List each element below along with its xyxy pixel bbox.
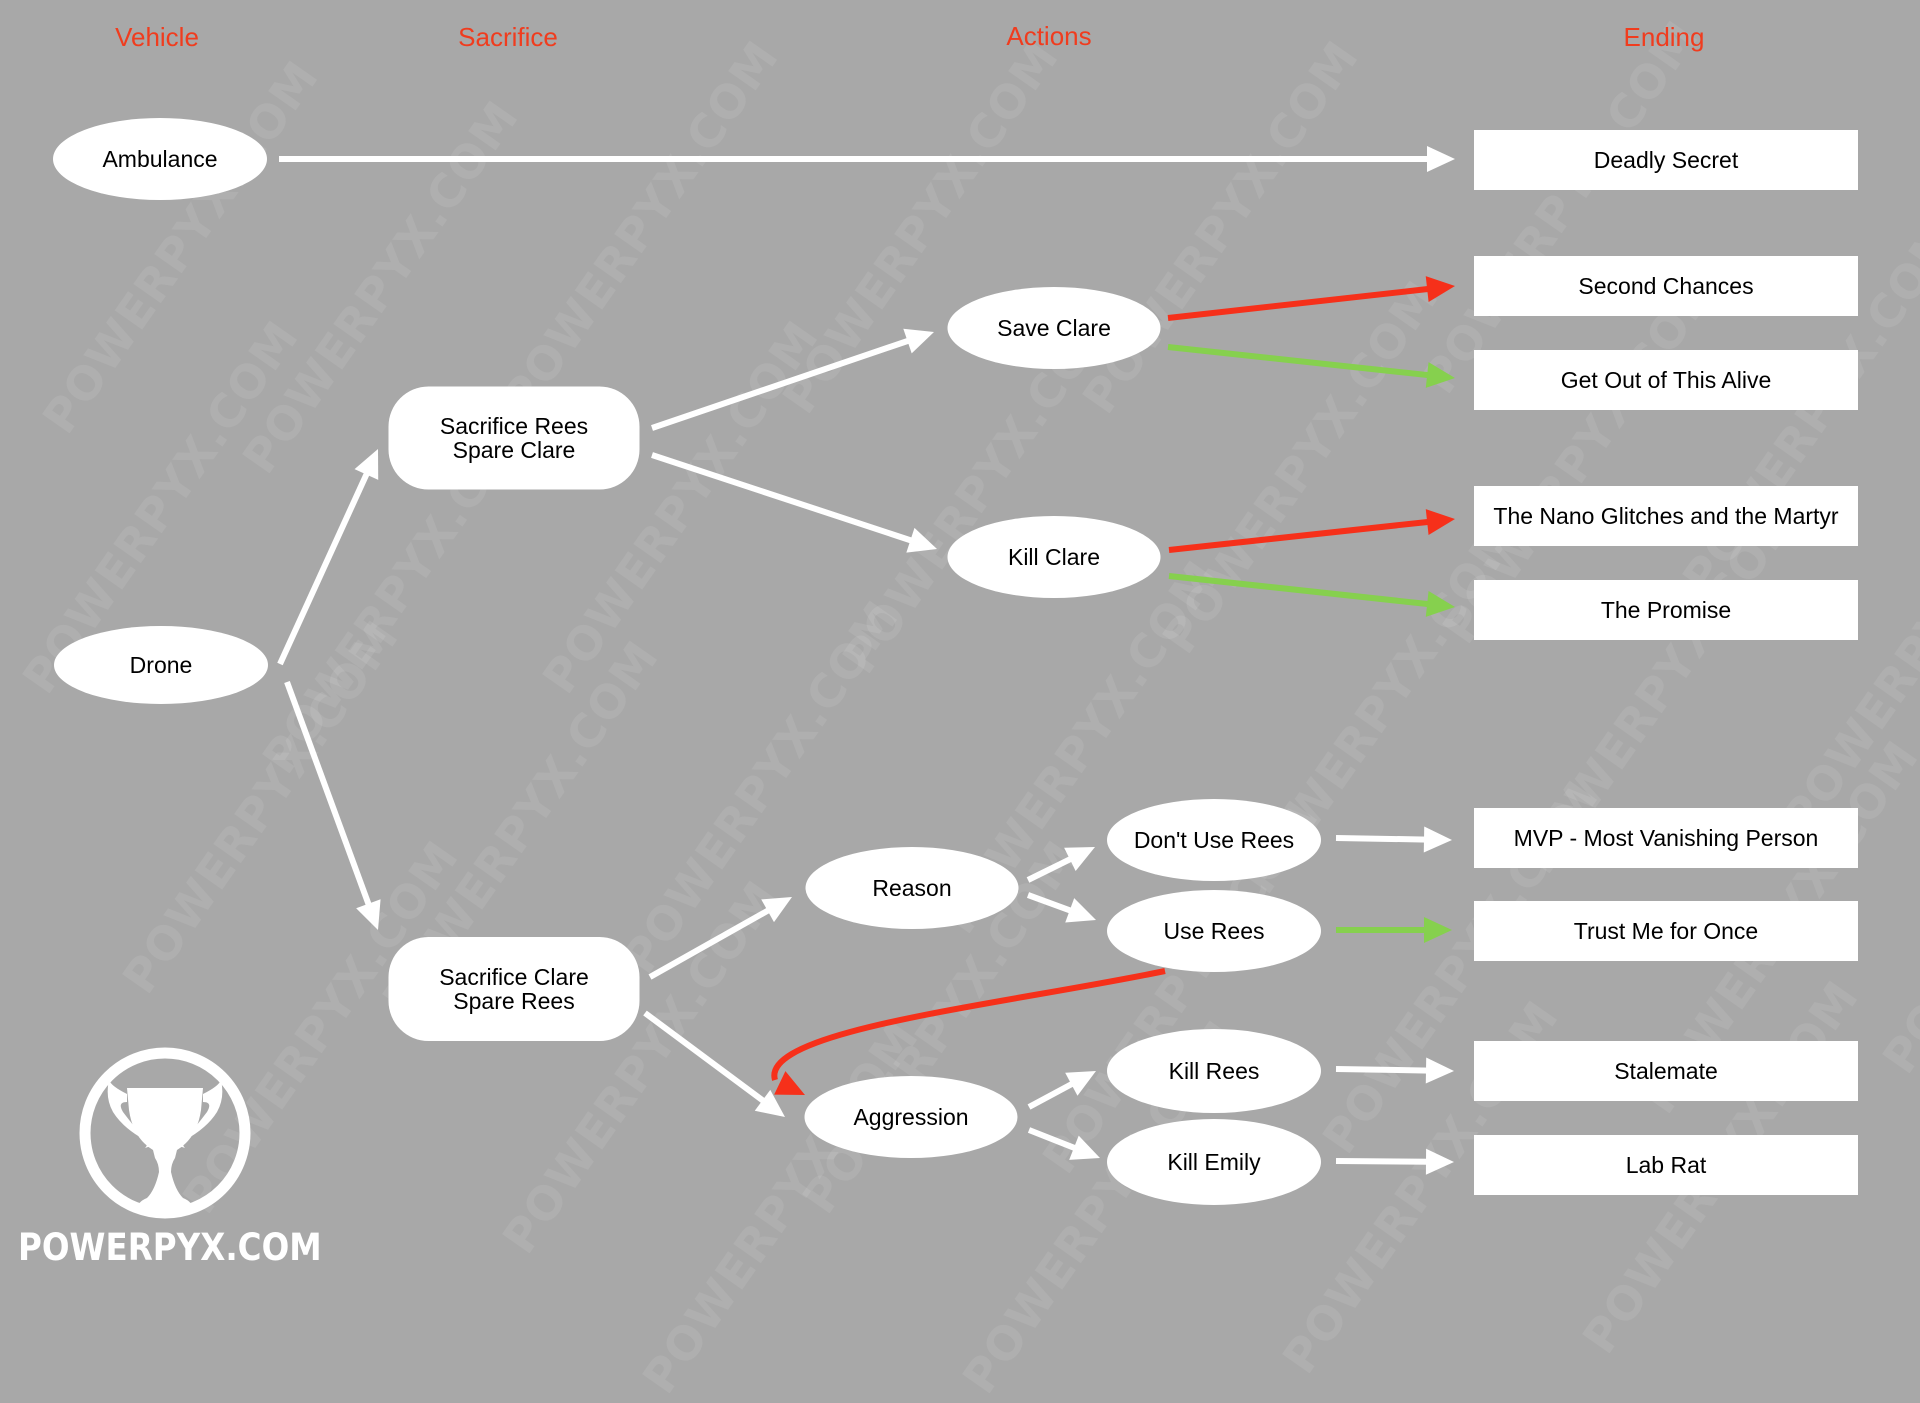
node-use-rees: Use Rees [1107,890,1321,972]
edge-ambulance-to-deadly-secret [279,146,1455,172]
edge-line [1027,1079,1077,1110]
edge-sacrifice-clare-to-reason [648,897,792,980]
node-aggression: Aggression [804,1076,1018,1158]
edge-line [1168,573,1432,608]
node-label: Stalemate [1614,1058,1718,1084]
node-save-clare: Save Clare [947,287,1161,369]
edge-line [1026,892,1075,915]
edge-save-clare-to-get-out-of-this-alive [1167,344,1455,388]
node-kill-rees: Kill Rees [1107,1029,1321,1113]
arrowhead-icon [1425,276,1455,303]
edge-line [1335,1158,1431,1165]
node-label: Get Out of This Alive [1561,367,1772,393]
edge-line [648,906,773,980]
edge-kill-emily-to-lab-rat [1335,1148,1454,1175]
node-lab-rat: Lab Rat [1474,1135,1858,1195]
edge-save-clare-to-second-chances [1167,276,1455,321]
edge-sacrifice-rees-to-kill-clare [651,452,937,553]
node-label: Kill Clare [1008,544,1100,570]
arrowhead-icon [774,1071,805,1095]
edge-line [643,1010,768,1106]
node-the-promise: The Promise [1474,580,1858,640]
arrowhead-icon [1427,146,1455,172]
arrowhead-icon [356,899,381,930]
node-label: Second Chances [1578,273,1753,299]
node-label: Sacrifice Clare [439,964,589,990]
edge-reason-to-use-rees [1026,892,1096,923]
node-nano-glitches-martyr: The Nano Glitches and the Martyr [1474,486,1858,546]
edge-line [1168,518,1432,553]
node-mvp: MVP - Most Vanishing Person [1474,808,1858,868]
node-label: Ambulance [102,146,217,172]
edge-drone-to-sacrifice-rees [277,449,379,666]
node-kill-emily: Kill Emily [1107,1119,1321,1205]
arrowhead-icon [1065,898,1096,923]
arrowhead-icon [1425,1148,1454,1175]
arrowhead-icon [1424,917,1452,943]
edge-kill-rees-to-stalemate [1335,1057,1454,1084]
node-label: The Promise [1601,597,1731,623]
node-get-out-of-this-alive: Get Out of This Alive [1474,350,1858,410]
node-deadly-secret: Deadly Secret [1474,130,1858,190]
node-label: Kill Emily [1167,1149,1261,1175]
edge-curve [771,968,1166,1081]
edge-sacrifice-rees-to-save-clare [651,328,934,431]
node-label: Reason [872,875,951,901]
node-trust-me-for-once: Trust Me for Once [1474,901,1858,961]
arrowhead-icon [903,328,934,354]
edge-line [651,452,916,545]
node-label: Spare Clare [453,437,576,463]
arrowhead-icon [1425,1057,1454,1084]
node-sacrifice-rees: Sacrifice ReesSpare Clare [388,386,640,490]
edge-kill-clare-to-the-promise [1168,573,1455,617]
logo-text: POWERPYX.COM [18,1226,322,1269]
node-label: Aggression [853,1104,968,1130]
node-label: Spare Rees [453,988,574,1014]
edge-reason-to-dont-use-rees [1026,847,1095,883]
node-label: The Nano Glitches and the Martyr [1493,503,1838,529]
node-dont-use-rees: Don't Use Rees [1107,799,1321,881]
edge-drone-to-sacrifice-clare [284,680,381,930]
edge-line [277,469,371,666]
node-reason: Reason [805,847,1019,929]
node-label: Sacrifice Rees [440,413,588,439]
edge-use-rees-to-trust-me-for-once [1336,917,1452,943]
edge-line [1167,344,1432,379]
node-label: Use Rees [1164,918,1265,944]
edge-line [284,680,373,909]
nodes-layer: AmbulanceDroneSacrifice ReesSpare ClareS… [53,118,1858,1205]
node-label: Deadly Secret [1594,147,1739,173]
arrowhead-icon [1425,362,1455,388]
edge-aggression-to-kill-emily [1027,1127,1100,1160]
edge-line [651,336,913,431]
edge-line [1335,1066,1431,1074]
arrowhead-icon [1423,826,1452,853]
edge-line [1335,835,1429,843]
node-label: Drone [130,652,193,678]
node-kill-clare: Kill Clare [947,516,1161,598]
trophy-icon [79,1047,251,1219]
node-label: Lab Rat [1626,1152,1707,1178]
arrowhead-icon [906,527,937,553]
edge-aggression-to-kill-rees [1027,1071,1096,1110]
node-label: Don't Use Rees [1134,827,1294,853]
node-label: Kill Rees [1169,1058,1260,1084]
edge-dont-use-rees-to-mvp [1335,826,1452,853]
node-label: MVP - Most Vanishing Person [1514,825,1819,851]
node-label: Trust Me for Once [1574,918,1758,944]
edge-line [1026,854,1075,883]
arrowhead-icon [1425,509,1455,535]
edge-kill-clare-to-nano-glitches-martyr [1168,509,1455,553]
node-stalemate: Stalemate [1474,1041,1858,1101]
node-drone: Drone [54,626,268,704]
node-sacrifice-clare: Sacrifice ClareSpare Rees [388,937,640,1041]
node-second-chances: Second Chances [1474,256,1858,316]
edge-line [1167,285,1432,321]
edge-sacrifice-clare-to-aggression [643,1010,785,1117]
edge-line [1027,1127,1079,1152]
node-ambulance: Ambulance [53,118,267,200]
node-label: Save Clare [997,315,1111,341]
edge-use-rees-to-aggression [771,968,1166,1095]
arrowhead-icon [1425,591,1455,617]
